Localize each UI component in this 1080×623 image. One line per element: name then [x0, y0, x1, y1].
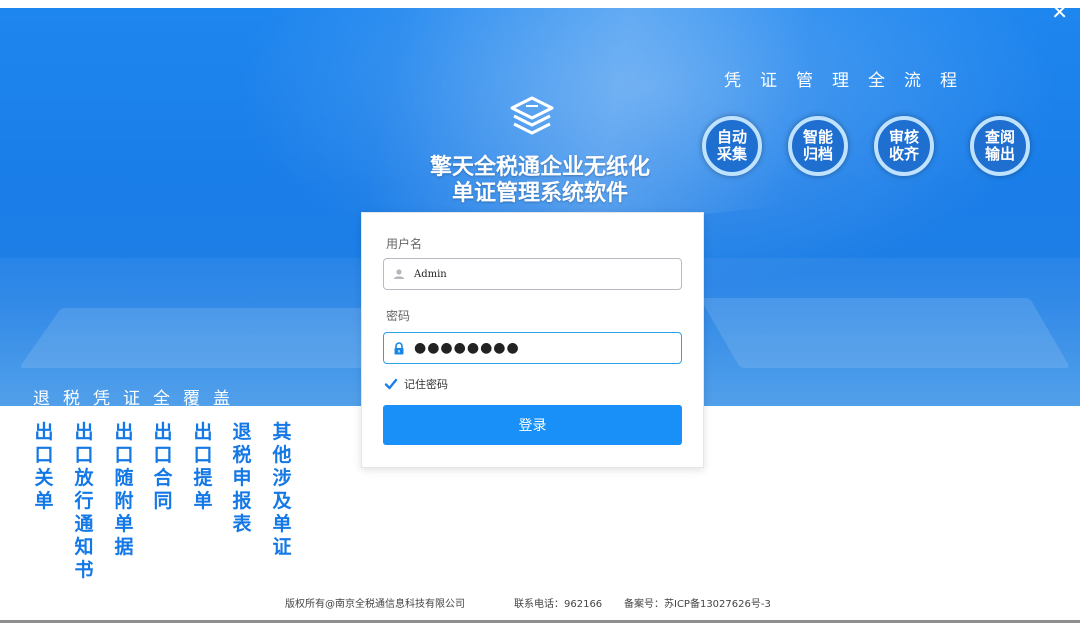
feature-label: 自动采集 [716, 128, 747, 163]
product-title-line1: 擎天全税通企业无纸化 [429, 155, 650, 180]
doc-type-refund-form: 退税申报表 [232, 421, 252, 535]
username-field[interactable] [383, 258, 682, 290]
doc-type-contract: 出口合同 [153, 421, 173, 512]
layers-stack-icon [510, 96, 554, 135]
feature-circle-auto-collect: 自动采集 [702, 116, 762, 176]
footer-icp: 备案号：苏ICP备13027626号-3 [624, 599, 771, 610]
feature-circle-smart-archive: 智能归档 [788, 116, 848, 176]
password-label: 密码 [386, 309, 411, 323]
footer-phone: 联系电话：962166 [514, 599, 603, 610]
user-icon [384, 268, 414, 280]
password-field[interactable] [383, 332, 682, 364]
feature-label: 查阅输出 [984, 128, 1015, 163]
feature-circle-review-collect: 审核收齐 [874, 116, 934, 176]
login-card: 用户名 密码 记住密码 登录 [361, 212, 704, 468]
lock-icon [384, 341, 414, 355]
doc-type-other-docs: 其他涉及单证 [272, 421, 292, 558]
checkmark-icon[interactable] [384, 377, 398, 391]
login-window: 凭证管理全流程 自动采集 智能归档 审核收齐 查阅输出 擎天全税通企业无纸化 单… [0, 0, 1080, 623]
remember-password[interactable]: 记住密码 [384, 376, 448, 392]
password-input[interactable] [414, 340, 664, 356]
product-title-line2: 单证管理系统软件 [451, 181, 628, 206]
close-button[interactable]: ✕ [1051, 2, 1068, 22]
bottom-slogan: 退税凭证全覆盖 [33, 389, 243, 406]
doc-type-bill-of-lading: 出口提单 [193, 421, 213, 512]
username-label: 用户名 [386, 237, 423, 251]
feature-circle-view-output: 查阅输出 [970, 116, 1030, 176]
doc-type-customs-declaration: 出口关单 [34, 421, 54, 512]
doc-type-release-notice: 出口放行通知书 [74, 421, 94, 581]
product-title: 擎天全税通企业无纸化 单证管理系统软件 [410, 155, 670, 207]
banner-table-right [699, 298, 1071, 368]
top-slogan: 凭证管理全流程 [724, 71, 976, 91]
doc-type-accompanying-docs: 出口随附单据 [114, 421, 134, 558]
feature-label: 智能归档 [802, 128, 833, 163]
username-input[interactable] [414, 268, 664, 280]
feature-label: 审核收齐 [888, 128, 919, 163]
footer-copyright: 版权所有@南京全税通信息科技有限公司 [285, 599, 465, 610]
remember-password-label: 记住密码 [404, 378, 448, 391]
login-button[interactable]: 登录 [383, 405, 682, 445]
